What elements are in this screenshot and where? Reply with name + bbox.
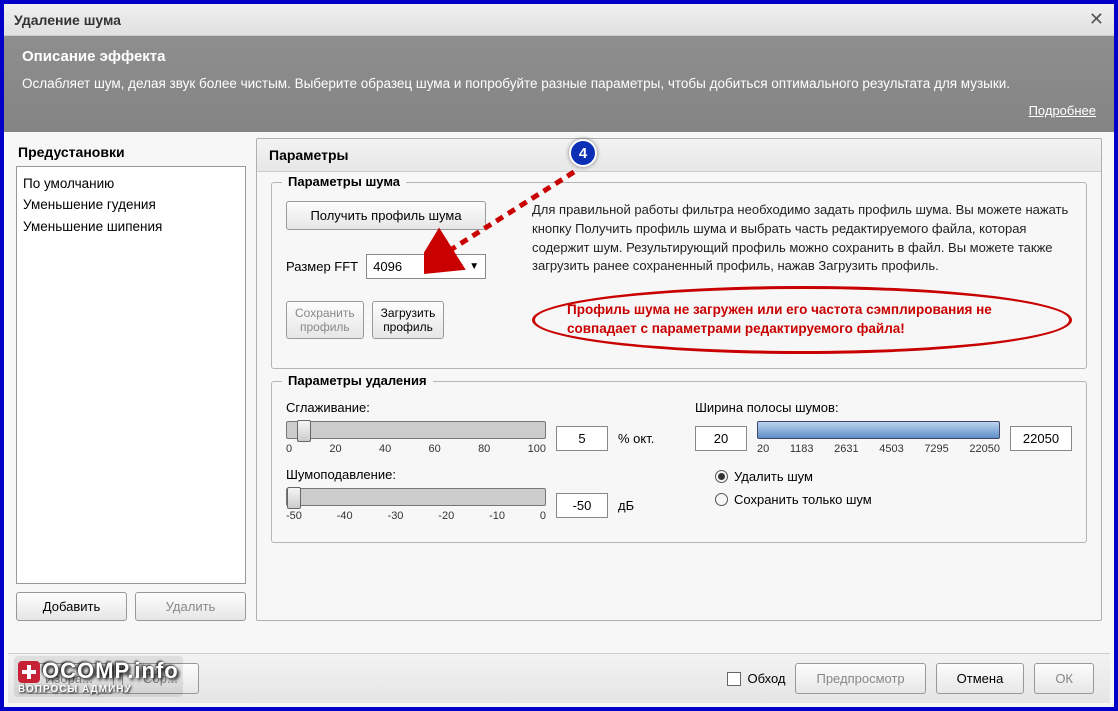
main-area: Предустановки По умолчанию Уменьшение гу…: [4, 132, 1114, 633]
noise-params-group: Параметры шума Получить профиль шума Раз…: [271, 182, 1087, 369]
noise-params-title: Параметры шума: [282, 174, 406, 189]
reduction-value[interactable]: [556, 493, 608, 518]
preset-item[interactable]: Уменьшение гудения: [23, 194, 239, 216]
radio-icon: [715, 493, 728, 506]
fft-label: Размер FFT: [286, 259, 358, 274]
preset-item[interactable]: По умолчанию: [23, 173, 239, 195]
titlebar: Удаление шума ✕: [4, 4, 1114, 36]
watermark-logo: OCOMP.info ВОПРОСЫ АДМИНУ: [14, 656, 183, 697]
window-title: Удаление шума: [14, 12, 121, 28]
smoothing-label: Сглаживание:: [286, 400, 663, 415]
get-profile-button[interactable]: Получить профиль шума: [286, 201, 486, 230]
band-label: Ширина полосы шумов:: [695, 400, 1072, 415]
annotation-badge: 4: [569, 139, 597, 167]
removal-params-group: Параметры удаления Сглаживание:: [271, 381, 1087, 543]
warning-oval: Профиль шума не загружен или его частота…: [532, 286, 1072, 354]
description-panel: Описание эффекта Ослабляет шум, делая зв…: [4, 36, 1114, 132]
delete-preset-button[interactable]: Удалить: [135, 592, 246, 621]
radio-icon: [715, 470, 728, 483]
bypass-checkbox[interactable]: Обход: [727, 671, 785, 686]
params-title: Параметры: [257, 139, 1101, 172]
reduction-label: Шумоподавление:: [286, 467, 663, 482]
fft-value: 4096: [373, 259, 402, 274]
band-slider[interactable]: [757, 421, 1000, 439]
checkbox-icon: [727, 672, 741, 686]
info-text: Для правильной работы фильтра необходимо…: [532, 201, 1072, 276]
load-profile-button[interactable]: Загрузить профиль: [372, 301, 445, 339]
description-text: Ослабляет шум, делая звук более чистым. …: [22, 75, 1096, 94]
params-panel: Параметры Параметры шума Получить профил…: [256, 138, 1102, 621]
reduction-unit: дБ: [618, 498, 634, 513]
band-low-value[interactable]: [695, 426, 747, 451]
close-icon[interactable]: ✕: [1089, 9, 1104, 30]
add-preset-button[interactable]: Добавить: [16, 592, 127, 621]
presets-title: Предустановки: [16, 138, 246, 166]
radio-keep-noise[interactable]: Сохранить только шум: [715, 492, 1072, 507]
band-high-value[interactable]: [1010, 426, 1072, 451]
chevron-down-icon: ▼: [469, 261, 479, 272]
dialog-window: Удаление шума ✕ Описание эффекта Ослабля…: [0, 0, 1118, 711]
preset-item[interactable]: Уменьшение шипения: [23, 216, 239, 238]
smoothing-unit: % окт.: [618, 431, 654, 446]
logo-cross-icon: [18, 661, 40, 683]
more-link[interactable]: Подробнее: [1029, 103, 1096, 118]
description-title: Описание эффекта: [22, 48, 1096, 65]
radio-remove-noise[interactable]: Удалить шум: [715, 469, 1072, 484]
preview-button[interactable]: Предпросмотр: [795, 663, 925, 694]
reduction-slider[interactable]: [286, 488, 546, 506]
presets-list[interactable]: По умолчанию Уменьшение гудения Уменьшен…: [16, 166, 246, 584]
fft-select[interactable]: 4096 ▼: [366, 254, 486, 279]
cancel-button[interactable]: Отмена: [936, 663, 1025, 694]
smoothing-slider[interactable]: [286, 421, 546, 439]
presets-panel: Предустановки По умолчанию Уменьшение гу…: [16, 138, 246, 621]
ok-button[interactable]: ОК: [1034, 663, 1094, 694]
removal-params-title: Параметры удаления: [282, 373, 433, 388]
warning-text: Профиль шума не загружен или его частота…: [567, 301, 1037, 339]
save-profile-button[interactable]: Сохранить профиль: [286, 301, 364, 339]
smoothing-value[interactable]: [556, 426, 608, 451]
